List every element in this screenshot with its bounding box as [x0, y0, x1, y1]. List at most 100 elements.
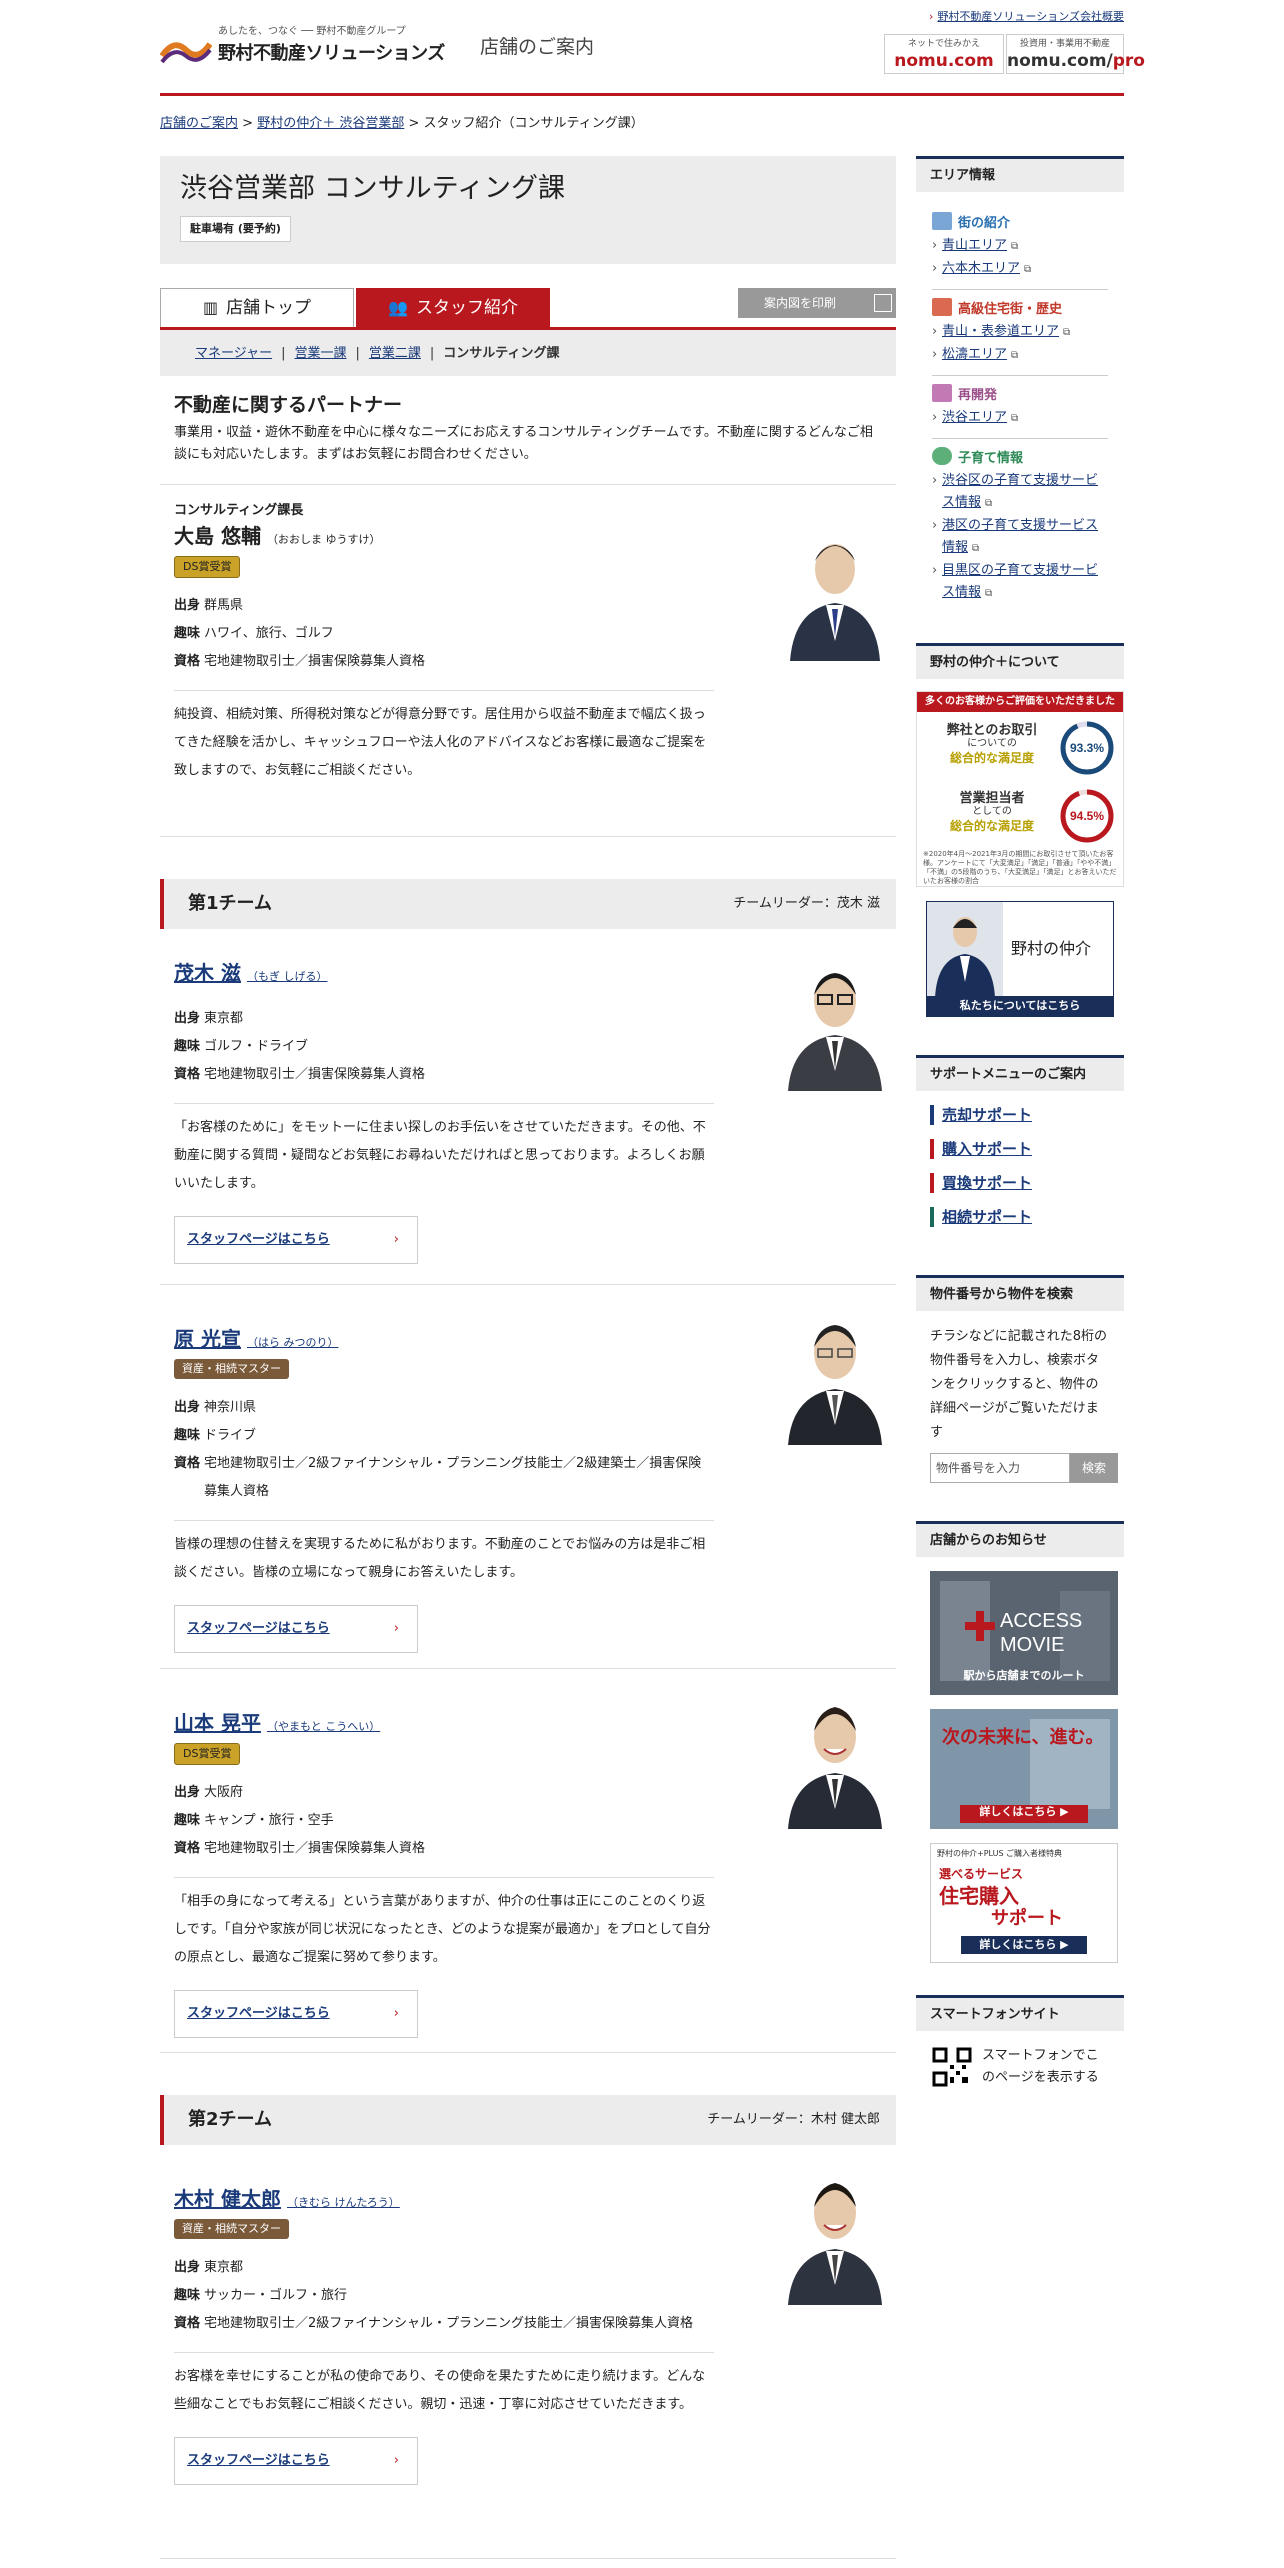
partner-intro: 不動産に関するパートナー 事業用・収益・遊休不動産を中心に様々なニーズにお応えす… [160, 376, 896, 485]
selectable-service-banner[interactable]: 野村の仲介+PLUS ご購入者様特典 選べるサービス 住宅購入 サポート 詳しく… [930, 1843, 1118, 1963]
staff-page-button[interactable]: スタッフページはこちら › [174, 1604, 418, 1653]
staff-page-button[interactable]: スタッフページはこちら › [174, 2436, 418, 2485]
staff-name: 原 光宣 （はら みつのり） [174, 1327, 339, 1351]
staff-card: コンサルティング課長 大島 悠輔 （おおしま ゆうすけ） DS賞受賞 出身 群馬県 … [160, 485, 896, 837]
external-link-icon: ⧉ [985, 498, 993, 509]
breadcrumb-store-guide[interactable]: 店舗のご案内 [160, 116, 238, 131]
staff-name: 山本 晃平 （やまもと こうへい） [174, 1711, 381, 1735]
store-header: 渋谷営業部 コンサルティング課 駐車場有 (要予約) [160, 156, 896, 264]
store-guide-title: 店舗のご案内 [480, 36, 595, 58]
category-luxury: 高級住宅街・歴史 [932, 298, 1108, 321]
team-header: 第2チーム チームリーダー：木村 健太郎 [160, 2095, 896, 2145]
banner-footer: 私たちについてはこちら [927, 996, 1113, 1016]
svg-text:93.3%: 93.3% [1070, 741, 1104, 755]
sidebar-item-aoyama[interactable]: 青山エリア⧉ [932, 235, 1108, 258]
people-icon: 👥 [388, 298, 408, 317]
staff-card: 木村 健太郎 （きむら けんたろう） 資産・相続マスター 出身 東京都 趣味 サッカー… [160, 2145, 896, 2559]
chevron-right-icon: › [393, 2452, 399, 2468]
staff-facts: 出身 群馬県 趣味 ハワイ、旅行、ゴルフ 資格 宅地建物取引士／損害保険募集人資格 [174, 597, 426, 669]
subnav-consulting: コンサルティング課 [443, 346, 560, 361]
staff-page-button[interactable]: スタッフページはこちら › [174, 1990, 418, 2038]
sidebar-item-meguro-childcare[interactable]: 目黒区の子育て支援サービス情報⧉ [932, 560, 1108, 605]
support-replace[interactable]: 買換サポート [930, 1173, 1110, 1193]
tab-staff[interactable]: 👥 スタッフ紹介 [356, 288, 550, 327]
external-link-icon: ⧉ [985, 588, 993, 599]
page-title: 渋谷営業部 コンサルティング課 [180, 173, 565, 204]
subnav-sales1[interactable]: 営業一課 [294, 346, 346, 361]
external-link-icon: ⧉ [972, 543, 980, 554]
team-leader: チームリーダー：茂木 滋 [733, 896, 880, 911]
next-future-banner[interactable]: 次の未来に、進む。 詳しくはこちら ▶ [930, 1709, 1118, 1829]
category-town: 街の紹介 [932, 212, 1108, 235]
external-link-icon: ⧉ [1011, 413, 1019, 424]
asset-master-badge: 資産・相続マスター [174, 1359, 289, 1379]
qr-code-icon [932, 2047, 972, 2087]
sidebar-item-minato-childcare[interactable]: 港区の子育て支援サービス情報⧉ [932, 515, 1108, 560]
staff-description: 「お客様のために」をモットーに住まい探しのお手伝いをさせていただきます。その他、… [174, 1103, 714, 1198]
print-map-button[interactable]: 案内図を印刷 [738, 288, 896, 318]
sidebar-support-title: サポートメニューのご案内 [916, 1055, 1124, 1091]
external-link-icon: ⧉ [1011, 241, 1019, 252]
staff-photo [780, 951, 890, 1091]
sidebar-item-shibuya-childcare[interactable]: 渋谷区の子育て支援サービス情報⧉ [932, 470, 1108, 515]
category-childcare: 子育て情報 [932, 447, 1108, 470]
satisfaction-panel[interactable]: 多くのお客様からご評価をいただきました 弊社とのお取引 についての 総合的な満足度 … [916, 691, 1124, 887]
staff-name: 大島 悠輔 （おおしま ゆうすけ） [174, 523, 381, 548]
support-inherit[interactable]: 相続サポート [930, 1207, 1110, 1227]
external-link-icon: ⧉ [1063, 327, 1071, 338]
asset-master-badge: 資産・相続マスター [174, 2219, 289, 2239]
luxury-icon [932, 298, 952, 316]
sidebar-about-title: 野村の仲介＋について [916, 643, 1124, 679]
property-number-input[interactable]: 物件番号を入力 [930, 1453, 1070, 1483]
store-tabs: ▥ 店舗トップ 👥 スタッフ紹介 案内図を印刷 [160, 288, 896, 330]
banner-brand: 野村の仲介 [1011, 939, 1092, 958]
staff-page-button[interactable]: スタッフページはこちら › [174, 1216, 418, 1264]
corp-overview-link[interactable]: › 野村不動産ソリューションズ会社概要 [929, 8, 1124, 26]
selectable-service-caption: 詳しくはこちら ▶ [961, 1936, 1087, 1954]
svg-text:次の未来に、進む。: 次の未来に、進む。 [942, 1726, 1103, 1748]
support-sell[interactable]: 売却サポート [930, 1105, 1110, 1125]
breadcrumb-current: スタッフ紹介（コンサルティング課） [423, 116, 644, 131]
company-logo[interactable]: あしたを、つなぐ ── 野村不動産グループ 野村不動産ソリューションズ [160, 24, 445, 68]
tab-store-top[interactable]: ▥ 店舗トップ [160, 288, 354, 327]
staff-role: コンサルティング課長 [174, 503, 304, 518]
support-buy[interactable]: 購入サポート [930, 1139, 1110, 1159]
staff-description: 「相手の身になって考える」という言葉がありますが、仲介の仕事は正にこのことのくり… [174, 1877, 714, 1972]
subnav-sales2[interactable]: 営業二課 [369, 346, 421, 361]
external-link-icon: ⧉ [1024, 264, 1032, 275]
smartphone-text: スマートフォンでこのページを表示する [982, 2048, 1099, 2085]
ds-award-badge: DS賞受賞 [174, 1743, 241, 1765]
search-button[interactable]: 検索 [1070, 1453, 1118, 1483]
team-header: 第1チーム チームリーダー：茂木 滋 [160, 879, 896, 929]
subnav-manager[interactable]: マネージャー [195, 346, 272, 361]
building-icon: ▥ [202, 298, 219, 317]
sidebar-item-shoto[interactable]: 松濤エリア⧉ [932, 344, 1108, 367]
smartphone-site[interactable]: スマートフォンでこのページを表示する [916, 2031, 1124, 2103]
staff-photo [780, 521, 890, 661]
chevron-right-icon: › [393, 2006, 399, 2021]
sidebar-item-shibuya[interactable]: 渋谷エリア⧉ [932, 407, 1108, 430]
staff-photo [927, 902, 1003, 998]
staff-photo [780, 1305, 890, 1445]
team-leader: チームリーダー：木村 健太郎 [707, 2112, 880, 2127]
staff-photo [780, 1689, 890, 1829]
sidebar-item-roppongi[interactable]: 六本木エリア⧉ [932, 258, 1108, 281]
logo-name: 野村不動産ソリューションズ [218, 43, 445, 64]
ds-award-badge: DS賞受賞 [174, 555, 241, 578]
svg-text:ACCESS: ACCESS [1000, 1610, 1082, 1632]
about-us-banner[interactable]: 野村の仲介 私たちについてはこちら [926, 901, 1114, 1017]
sub-navigation: マネージャー | 営業一課 | 営業二課 | コンサルティング課 [160, 330, 896, 376]
childcare-icon [932, 447, 952, 465]
nomu-pro-link[interactable]: 投資用・事業用不動産 nomu.com/pro [1006, 34, 1145, 74]
svg-text:MOVIE: MOVIE [1000, 1634, 1064, 1656]
breadcrumb-shibuya[interactable]: 野村の仲介＋ 渋谷営業部 [257, 116, 404, 131]
staff-name: 木村 健太郎 （きむら けんたろう） [174, 2187, 400, 2211]
staff-facts: 出身 東京都 趣味 サッカー・ゴルフ・旅行 資格 宅地建物取引士／2級ファイナンシャル… [174, 2259, 694, 2331]
staff-name: 茂木 滋（もぎ しげる） [174, 961, 328, 985]
sidebar: エリア情報 街の紹介 青山エリア⧉ 六本木エリア⧉ 高級住宅街・歴史 青山・表参… [916, 156, 1124, 2103]
nomu-com-link[interactable]: ネットで住みかえ nomu.com [884, 34, 1004, 74]
main-column: 渋谷営業部 コンサルティング課 駐車場有 (要予約) ▥ 店舗トップ 👥 スタッフ紹… [160, 156, 896, 2559]
sidebar-item-omotesando[interactable]: 青山・表参道エリア⧉ [932, 321, 1108, 344]
staff-card: 茂木 滋（もぎ しげる） 出身 東京都 趣味 ゴルフ・ドライブ 資格 宅地建物取引士／… [160, 929, 896, 1285]
access-movie-banner[interactable]: ACCESS MOVIE 駅から店舗までのルート [930, 1571, 1118, 1695]
